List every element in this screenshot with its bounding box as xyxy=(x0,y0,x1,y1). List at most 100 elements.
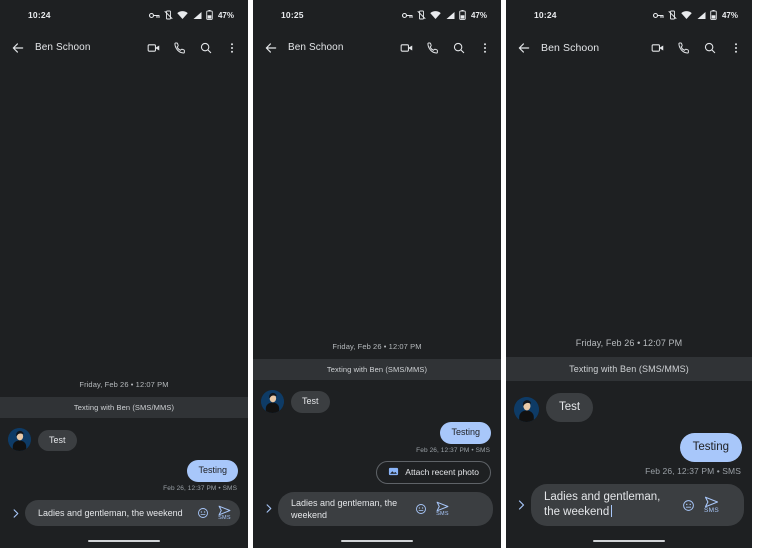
incoming-message-row: Test xyxy=(0,418,248,452)
conversation-app-bar: Ben Schoon xyxy=(506,30,752,65)
status-clock: 10:25 xyxy=(281,10,304,20)
home-gesture-pill[interactable] xyxy=(341,539,413,543)
vibrate-off-icon xyxy=(668,10,677,20)
message-list[interactable]: Friday, Feb 26 • 12:07 PM Texting with B… xyxy=(253,65,501,534)
phone-screenshot-3: 10:24 47% Ben Schoon Friday, Feb 26 • 12… xyxy=(506,0,752,548)
status-bar: 10:25 47% xyxy=(253,0,501,30)
message-bubble-outgoing[interactable]: Testing xyxy=(440,422,491,444)
status-icon-group: 47% xyxy=(652,10,738,20)
message-bubble-incoming[interactable]: Test xyxy=(38,429,77,452)
vibrate-off-icon xyxy=(164,10,173,20)
home-gesture-pill[interactable] xyxy=(593,539,665,543)
message-input-wrapper[interactable]: Ladies and gentleman, the weekend SMS xyxy=(25,500,240,526)
battery-percentage: 47% xyxy=(217,10,234,20)
message-input[interactable]: Ladies and gentleman, the weekend xyxy=(291,497,409,521)
overflow-menu-icon[interactable] xyxy=(478,41,492,55)
message-input-wrapper[interactable]: Ladies and gentleman, the weekend SMS xyxy=(278,491,493,526)
send-button[interactable]: SMS xyxy=(218,505,231,521)
emoji-icon[interactable] xyxy=(682,499,695,512)
wifi-icon xyxy=(681,10,692,20)
status-bar: 10:24 47% xyxy=(506,0,752,30)
sms-mms-banner: Texting with Ben (SMS/MMS) xyxy=(506,357,752,382)
vpn-key-icon xyxy=(401,11,413,20)
send-type-label: SMS xyxy=(704,507,719,515)
message-input-text: Ladies and gentleman, the weekend xyxy=(544,491,661,519)
conversation-app-bar: Ben Schoon xyxy=(0,30,248,65)
conversation-app-bar: Ben Schoon xyxy=(253,30,501,65)
signal-icon xyxy=(192,11,202,20)
composer: Ladies and gentleman, the weekend SMS xyxy=(506,476,752,532)
chevron-right-icon[interactable] xyxy=(258,503,278,514)
phone-call-icon[interactable] xyxy=(173,41,187,55)
contact-name: Ben Schoon xyxy=(35,42,91,53)
send-type-label: SMS xyxy=(218,515,231,521)
send-button[interactable]: SMS xyxy=(436,501,449,517)
wifi-icon xyxy=(430,10,441,20)
date-separator: Friday, Feb 26 • 12:07 PM xyxy=(575,338,683,349)
phone-call-icon[interactable] xyxy=(426,41,440,55)
message-bubble-incoming[interactable]: Test xyxy=(546,393,594,423)
chevron-right-icon[interactable] xyxy=(511,499,531,511)
video-call-icon[interactable] xyxy=(147,41,161,55)
text-caret xyxy=(611,505,613,518)
status-clock: 10:24 xyxy=(534,10,557,20)
video-call-icon[interactable] xyxy=(651,41,665,55)
gesture-nav-bar xyxy=(506,534,752,548)
send-type-label: SMS xyxy=(436,510,449,517)
gesture-nav-bar xyxy=(253,534,501,548)
emoji-icon[interactable] xyxy=(197,507,209,519)
outgoing-message-row: Testing xyxy=(0,451,248,482)
phone-screenshot-2: 10:25 47% Ben Schoon Friday, Feb 26 • 12… xyxy=(253,0,501,548)
date-separator: Friday, Feb 26 • 12:07 PM xyxy=(79,380,169,390)
battery-icon xyxy=(206,10,213,20)
attach-recent-photo-chip[interactable]: Attach recent photo xyxy=(376,460,491,484)
back-arrow-icon[interactable] xyxy=(264,41,278,55)
phone-screenshot-1: 10:24 47% Ben Schoon Friday, Feb 26 • 12… xyxy=(0,0,248,548)
message-bubble-incoming[interactable]: Test xyxy=(291,391,330,414)
message-input-wrapper[interactable]: Ladies and gentleman, the weekend SMS xyxy=(531,484,744,526)
battery-percentage: 47% xyxy=(721,10,738,20)
wifi-icon xyxy=(177,10,188,20)
contact-avatar xyxy=(261,390,284,414)
message-list[interactable]: Friday, Feb 26 • 12:07 PM Texting with B… xyxy=(506,65,752,534)
status-icon-group: 47% xyxy=(401,10,487,20)
back-arrow-icon[interactable] xyxy=(11,41,25,55)
message-bubble-outgoing[interactable]: Testing xyxy=(187,460,238,482)
search-icon[interactable] xyxy=(703,41,717,55)
sms-mms-banner: Texting with Ben (SMS/MMS) xyxy=(253,359,501,381)
vpn-key-icon xyxy=(652,11,664,20)
status-icon-group: 47% xyxy=(148,10,234,20)
status-clock: 10:24 xyxy=(28,10,51,20)
home-gesture-pill[interactable] xyxy=(88,539,160,543)
search-icon[interactable] xyxy=(199,41,213,55)
message-input[interactable]: Ladies and gentleman, the weekend xyxy=(544,490,676,520)
search-icon[interactable] xyxy=(452,41,466,55)
smart-suggestion-row: Attach recent photo xyxy=(253,454,501,484)
phone-call-icon[interactable] xyxy=(677,41,691,55)
chevron-right-icon[interactable] xyxy=(5,508,25,519)
incoming-message-row: Test xyxy=(506,381,752,423)
contact-name: Ben Schoon xyxy=(288,42,344,53)
vpn-key-icon xyxy=(148,11,160,20)
message-list[interactable]: Friday, Feb 26 • 12:07 PM Texting with B… xyxy=(0,65,248,534)
message-bubble-outgoing[interactable]: Testing xyxy=(679,433,742,463)
composer: Ladies and gentleman, the weekend SMS xyxy=(0,492,248,532)
outgoing-message-row: Testing xyxy=(253,413,501,444)
signal-icon xyxy=(696,11,706,20)
message-input[interactable]: Ladies and gentleman, the weekend xyxy=(38,507,191,519)
message-timestamp: Feb 26, 12:37 PM • SMS xyxy=(163,485,237,492)
vibrate-off-icon xyxy=(417,10,426,20)
message-timestamp: Feb 26, 12:37 PM • SMS xyxy=(645,466,741,477)
contact-avatar xyxy=(514,397,539,423)
emoji-icon[interactable] xyxy=(415,503,427,515)
back-arrow-icon[interactable] xyxy=(517,41,531,55)
incoming-message-row: Test xyxy=(253,380,501,414)
photo-icon xyxy=(388,466,399,479)
video-call-icon[interactable] xyxy=(400,41,414,55)
sms-mms-banner: Texting with Ben (SMS/MMS) xyxy=(0,397,248,419)
status-bar: 10:24 47% xyxy=(0,0,248,30)
message-timestamp: Feb 26, 12:37 PM • SMS xyxy=(416,446,490,454)
overflow-menu-icon[interactable] xyxy=(729,41,743,55)
send-button[interactable]: SMS xyxy=(704,496,719,514)
overflow-menu-icon[interactable] xyxy=(225,41,239,55)
